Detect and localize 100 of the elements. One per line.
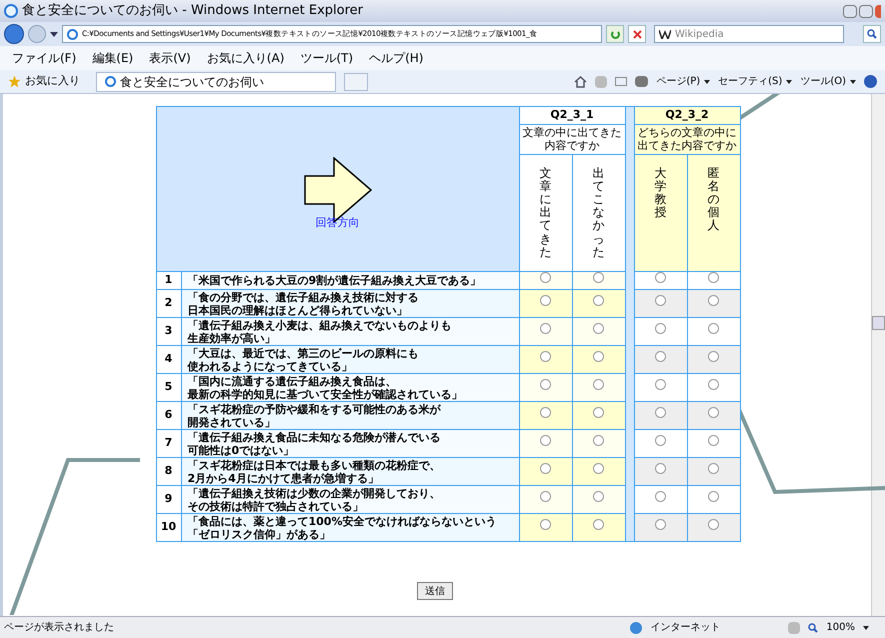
- toolbar-menu[interactable]: ツール(O): [800, 74, 856, 89]
- search-field[interactable]: Wikipedia: [675, 26, 835, 42]
- row-number: 9: [156, 486, 181, 514]
- new-tab-button[interactable]: [344, 72, 368, 90]
- option-label: 出てこなかった: [592, 166, 604, 259]
- radio-button[interactable]: [708, 323, 719, 334]
- search-icon: [867, 29, 877, 39]
- row-number: 10: [156, 514, 181, 542]
- radio-button[interactable]: [540, 323, 551, 334]
- radio-button[interactable]: [540, 272, 551, 284]
- caret-icon: [850, 80, 856, 84]
- submit-button[interactable]: 送信: [417, 582, 453, 600]
- radio-button[interactable]: [593, 519, 604, 530]
- refresh-button[interactable]: [606, 25, 624, 43]
- star-icon: [8, 75, 21, 88]
- menu-item[interactable]: ヘルプ(H): [369, 49, 424, 67]
- zoom-button[interactable]: 100%: [826, 620, 855, 635]
- radio-button[interactable]: [540, 295, 551, 306]
- status-text: ページが表示されました: [4, 620, 114, 635]
- search-box[interactable]: Wikipedia: [654, 25, 844, 43]
- dropdown-arrow-icon[interactable]: [50, 32, 58, 36]
- browser-tab[interactable]: 食と安全についてのお伺い: [96, 72, 336, 92]
- radio-button[interactable]: [708, 407, 719, 418]
- radio-button[interactable]: [708, 463, 719, 474]
- row-number: 2: [156, 290, 181, 318]
- caret-icon: [704, 80, 710, 84]
- row-number: 6: [156, 402, 181, 430]
- dropdown-arrow-icon[interactable]: [863, 626, 869, 630]
- group-code: Q2_3_2: [634, 106, 740, 124]
- menu-item[interactable]: ファイル(F): [12, 49, 76, 67]
- radio-button[interactable]: [593, 351, 604, 362]
- radio-button[interactable]: [540, 463, 551, 474]
- menu-item[interactable]: お気に入り(A): [206, 49, 284, 67]
- radio-button[interactable]: [655, 463, 666, 474]
- direction-label: 回答方向: [316, 214, 360, 231]
- radio-button[interactable]: [593, 435, 604, 446]
- radio-button[interactable]: [655, 379, 666, 390]
- option-label: 匿名の個人: [708, 166, 720, 233]
- menu-item[interactable]: 表示(V): [149, 49, 191, 67]
- toolbar-menu[interactable]: ページ(P): [656, 74, 710, 89]
- stop-button[interactable]: [628, 25, 646, 43]
- radio-button[interactable]: [593, 463, 604, 474]
- radio-button[interactable]: [655, 272, 666, 284]
- row-number: 3: [156, 318, 181, 346]
- statement-text: 「国内に流通する遺伝子組み換え食品は、 最新の科学的知見に基づいて安全性が確認されている」: [188, 374, 464, 400]
- group-code: Q2_3_1: [519, 106, 625, 124]
- back-button[interactable]: [4, 24, 24, 44]
- radio-button[interactable]: [593, 295, 604, 306]
- radio-button[interactable]: [655, 323, 666, 334]
- close-icon: [632, 30, 642, 38]
- close-button[interactable]: [875, 4, 881, 18]
- row-number: 7: [156, 430, 181, 458]
- radio-button[interactable]: [593, 491, 604, 502]
- radio-button[interactable]: [540, 435, 551, 446]
- caret-icon: [786, 80, 792, 84]
- menu-item[interactable]: 編集(E): [92, 49, 134, 67]
- radio-button[interactable]: [655, 519, 666, 530]
- radio-button[interactable]: [708, 272, 719, 284]
- radio-button[interactable]: [708, 519, 719, 530]
- radio-button[interactable]: [540, 519, 551, 530]
- menu-item[interactable]: ツール(T): [300, 49, 354, 67]
- row-number: 8: [156, 458, 181, 486]
- radio-button[interactable]: [655, 351, 666, 362]
- w-logo-icon: [659, 30, 671, 38]
- radio-button[interactable]: [593, 407, 604, 418]
- radio-button[interactable]: [540, 407, 551, 418]
- home-icon[interactable]: [574, 76, 588, 88]
- radio-button[interactable]: [593, 323, 604, 334]
- scrollbar-thumb[interactable]: [872, 316, 885, 330]
- statement-text: 「大豆は、最近では、第三のビールの原料にも 使われるようになってきている」: [188, 346, 420, 372]
- radio-button[interactable]: [708, 435, 719, 446]
- search-button[interactable]: [863, 25, 881, 43]
- radio-button[interactable]: [655, 295, 666, 306]
- group-question: 文章の中に出てきた内容ですか: [519, 124, 625, 154]
- row-number: 1: [156, 272, 181, 290]
- radio-button[interactable]: [655, 491, 666, 502]
- radio-button[interactable]: [540, 491, 551, 502]
- radio-button[interactable]: [540, 379, 551, 390]
- radio-button[interactable]: [655, 435, 666, 446]
- group-question: どちらの文章の中に出てきた内容ですか: [634, 124, 740, 154]
- radio-button[interactable]: [708, 491, 719, 502]
- radio-button[interactable]: [593, 272, 604, 284]
- zone-text: インターネット: [650, 621, 722, 635]
- radio-button[interactable]: [708, 379, 719, 390]
- favorites-button[interactable]: お気に入り: [25, 73, 80, 90]
- statement-text: 「食の分野では、遺伝子組み換え技術に対する 日本国民の理解はほとんど得られていない」: [188, 290, 420, 316]
- radio-button[interactable]: [593, 379, 604, 390]
- window-title: 食と安全についてのお伺い - Windows Internet Explorer: [22, 2, 363, 20]
- zoom-icon: [808, 622, 818, 632]
- minimize-button[interactable]: [843, 4, 857, 18]
- radio-button[interactable]: [540, 351, 551, 362]
- statement-text: 「遺伝子組換え技術は少数の企業が開発しており、 その技術は特許で独占されている」: [188, 486, 442, 512]
- radio-button[interactable]: [708, 295, 719, 306]
- maximize-button[interactable]: [859, 4, 873, 18]
- radio-button[interactable]: [708, 351, 719, 362]
- row-number: 5: [156, 374, 181, 402]
- row-number: 4: [156, 346, 181, 374]
- statement-text: 「スギ花粉症の予防や緩和をする可能性のある米が 開発されている」: [188, 402, 442, 428]
- radio-button[interactable]: [655, 407, 666, 418]
- toolbar-menu[interactable]: セーフティ(S): [718, 74, 792, 89]
